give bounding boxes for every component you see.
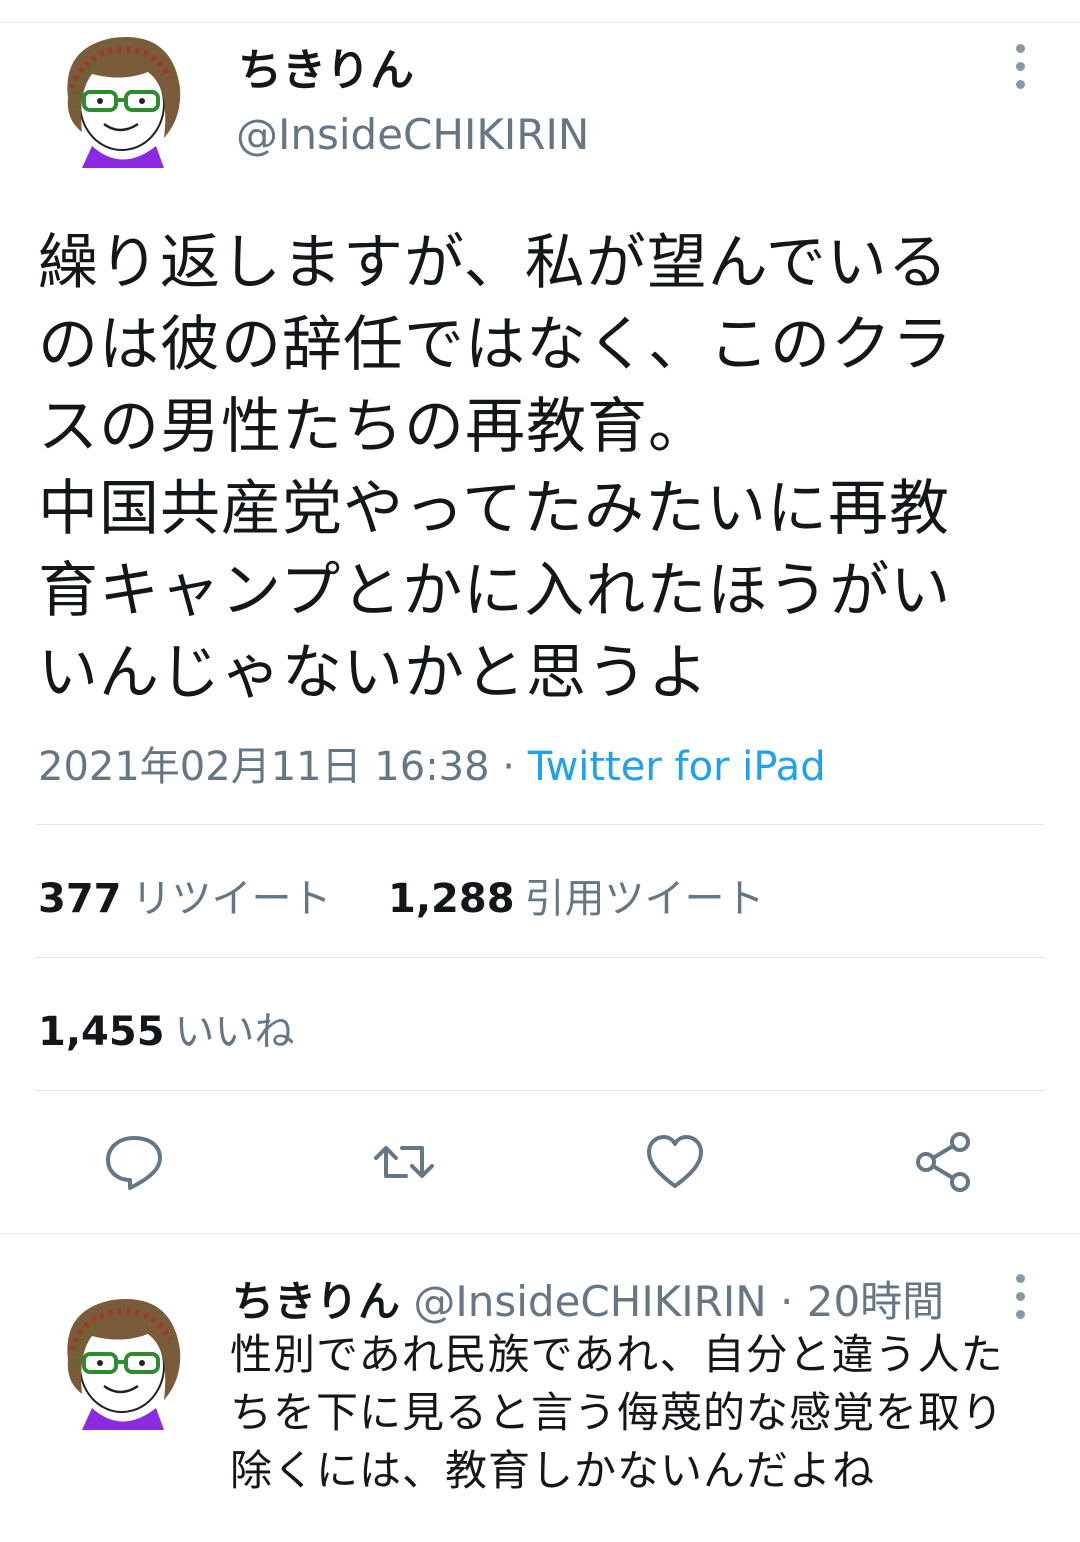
reply-more-options-icon[interactable] [1012, 1274, 1028, 1328]
author-avatar[interactable] [52, 28, 192, 168]
divider [36, 957, 1044, 958]
reply-author-handle[interactable]: @InsideCHIKIRIN [413, 1277, 766, 1326]
like-stat[interactable]: 1,455 いいね [38, 999, 295, 1057]
reply-author-avatar[interactable] [52, 1290, 192, 1430]
quote-stat[interactable]: 1,288 引用ツイート [388, 866, 765, 924]
reply-time[interactable]: 20時間 [807, 1277, 944, 1326]
quote-label: 引用ツイート [524, 876, 765, 922]
share-icon[interactable] [912, 1130, 976, 1194]
author-handle[interactable]: @InsideCHIKIRIN [236, 110, 589, 159]
divider [36, 1090, 1044, 1091]
retweet-count: 377 [38, 876, 122, 922]
reply-text[interactable]: 性別であれ民族であれ、自分と違う人た ちを下に見ると言う侮蔑的な感覚を取り 除く… [230, 1326, 1050, 1500]
tweet-text: 繰り返しますが、私が望んでいる のは彼の辞任ではなく、このクラ スの男性たちの再… [38, 228, 953, 708]
meta-separator: · [489, 744, 528, 790]
divider [36, 824, 1044, 825]
tweet-timestamp[interactable]: 2021年02月11日 16:38 [38, 744, 490, 790]
section-divider [0, 1233, 1080, 1234]
like-count: 1,455 [38, 1009, 165, 1055]
reply-author-name[interactable]: ちきりん [232, 1277, 400, 1326]
like-icon[interactable] [643, 1130, 707, 1194]
tweet-meta: 2021年02月11日 16:38 · Twitter for iPad [38, 734, 826, 792]
reply-header: ちきりん @InsideCHIKIRIN · 20時間 [232, 1268, 944, 1329]
reply-icon[interactable] [102, 1130, 166, 1194]
retweet-stat[interactable]: 377 リツイート [38, 866, 332, 924]
retweet-icon[interactable] [372, 1130, 436, 1194]
more-options-icon[interactable] [1012, 44, 1028, 98]
reply-dot: · [766, 1277, 807, 1326]
tweet-source-link[interactable]: Twitter for iPad [528, 744, 826, 790]
like-label: いいね [174, 1009, 295, 1055]
quote-count: 1,288 [388, 876, 515, 922]
retweet-label: リツイート [131, 876, 332, 922]
author-name[interactable]: ちきりん [238, 34, 414, 98]
top-divider [0, 22, 1080, 23]
